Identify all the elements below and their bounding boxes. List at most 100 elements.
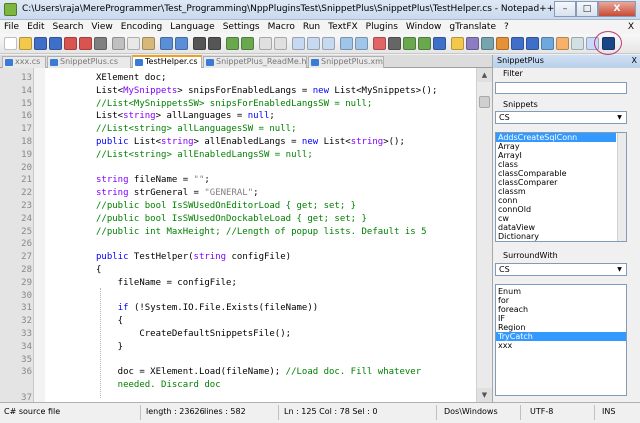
surround-with-list[interactable]: Enum for foreach IF Region TryCatch xxx bbox=[495, 284, 627, 396]
snippet-list-item[interactable]: Array bbox=[496, 142, 616, 151]
scroll-down-arrow-icon[interactable]: ▼ bbox=[477, 388, 492, 402]
cut-icon[interactable] bbox=[112, 37, 125, 50]
close-document-button[interactable]: X bbox=[624, 22, 640, 32]
code-token: List< bbox=[96, 85, 124, 96]
menu-settings[interactable]: Settings bbox=[219, 22, 264, 32]
code-line: //List<string> allEnabledLangsSW = null; bbox=[96, 150, 313, 160]
record-macro-icon[interactable] bbox=[373, 37, 386, 50]
code-token: //List<string> allLanguagesSW = null; bbox=[96, 124, 297, 135]
play-macro-icon[interactable] bbox=[403, 37, 416, 50]
sync-horizontal-icon[interactable] bbox=[274, 37, 287, 50]
plugin-tool-icon[interactable] bbox=[496, 37, 509, 50]
menu-help[interactable]: ? bbox=[500, 22, 513, 32]
snippet-list-item[interactable]: classComparable bbox=[496, 169, 616, 178]
snippets-list[interactable]: AddsCreateSqlConn Array ArrayI class classCo… bbox=[495, 132, 627, 242]
snippet-list-item[interactable]: classComparer bbox=[496, 178, 616, 187]
open-file-icon[interactable] bbox=[19, 37, 32, 50]
plugin-tool-icon[interactable] bbox=[541, 37, 554, 50]
snippet-list-item[interactable]: AddsCreateSqlConn bbox=[496, 133, 616, 142]
menu-view[interactable]: View bbox=[87, 22, 116, 32]
maximize-button[interactable]: □ bbox=[576, 1, 598, 17]
scroll-thumb[interactable] bbox=[479, 96, 490, 108]
menu-file[interactable]: File bbox=[0, 22, 23, 32]
snippet-list-item[interactable]: connOld bbox=[496, 205, 616, 214]
surround-list-item[interactable]: xxx bbox=[496, 341, 626, 350]
sync-vertical-icon[interactable] bbox=[259, 37, 272, 50]
undo-icon[interactable] bbox=[160, 37, 173, 50]
editor-vertical-scrollbar[interactable]: ▲ ▼ bbox=[476, 68, 492, 402]
plugin-tool-icon[interactable] bbox=[571, 37, 584, 50]
plugin-tool-icon[interactable] bbox=[466, 37, 479, 50]
copy-icon[interactable] bbox=[127, 37, 140, 50]
snippets-language-select[interactable]: CS ▼ bbox=[495, 111, 627, 124]
plugin-tool-icon[interactable] bbox=[451, 37, 464, 50]
file-icon bbox=[135, 59, 143, 66]
save-all-icon[interactable] bbox=[49, 37, 62, 50]
new-file-icon[interactable] bbox=[4, 37, 17, 50]
menu-gtranslate[interactable]: gTranslate bbox=[445, 22, 500, 32]
surround-list-item[interactable]: TryCatch bbox=[496, 332, 626, 341]
stop-macro-icon[interactable] bbox=[388, 37, 401, 50]
filter-input[interactable] bbox=[495, 82, 627, 94]
close-window-button[interactable]: X bbox=[598, 1, 636, 17]
tab-testhelper-cs[interactable]: TestHelper.cs bbox=[132, 55, 202, 68]
menu-plugins[interactable]: Plugins bbox=[362, 22, 402, 32]
snippet-list-item[interactable]: ArrayI bbox=[496, 151, 616, 160]
surround-list-item[interactable]: foreach bbox=[496, 305, 626, 314]
play-multiple-macro-icon[interactable] bbox=[418, 37, 431, 50]
minimize-button[interactable]: – bbox=[554, 1, 576, 17]
redo-icon[interactable] bbox=[175, 37, 188, 50]
panel-close-button[interactable]: X bbox=[632, 55, 637, 67]
surround-list-item[interactable]: for bbox=[496, 296, 626, 305]
doc-map-icon[interactable] bbox=[355, 37, 368, 50]
tab-snippetplus-xml[interactable]: SnippetPlus.xml bbox=[308, 56, 384, 68]
menu-edit[interactable]: Edit bbox=[23, 22, 48, 32]
surround-list-item[interactable]: Enum bbox=[496, 287, 626, 296]
replace-icon[interactable] bbox=[208, 37, 221, 50]
paste-icon[interactable] bbox=[142, 37, 155, 50]
snippet-list-item[interactable]: Dictionary bbox=[496, 232, 616, 241]
plugin-tool-icon[interactable] bbox=[556, 37, 569, 50]
line-number: 30 bbox=[21, 290, 32, 301]
save-icon[interactable] bbox=[34, 37, 47, 50]
tab-snippetplus-readme-html[interactable]: SnippetPlus_ReadMe.html bbox=[203, 56, 307, 68]
find-icon[interactable] bbox=[193, 37, 206, 50]
word-wrap-icon[interactable] bbox=[292, 37, 305, 50]
tab-label: SnippetPlus.cs bbox=[60, 57, 118, 66]
plugin-tool-icon[interactable] bbox=[481, 37, 494, 50]
menu-search[interactable]: Search bbox=[49, 22, 88, 32]
print-icon[interactable] bbox=[94, 37, 107, 50]
zoom-in-icon[interactable] bbox=[226, 37, 239, 50]
menu-textfx[interactable]: TextFX bbox=[324, 22, 362, 32]
snippet-list-item[interactable]: classm bbox=[496, 187, 616, 196]
show-all-chars-icon[interactable] bbox=[307, 37, 320, 50]
snippet-list-item[interactable]: conn bbox=[496, 196, 616, 205]
save-macro-icon[interactable] bbox=[433, 37, 446, 50]
menu-window[interactable]: Window bbox=[402, 22, 446, 32]
menu-run[interactable]: Run bbox=[299, 22, 324, 32]
indent-guide-icon[interactable] bbox=[322, 37, 335, 50]
menu-language[interactable]: Language bbox=[166, 22, 218, 32]
close-all-icon[interactable] bbox=[79, 37, 92, 50]
snippet-list-item[interactable]: class bbox=[496, 160, 616, 169]
zoom-out-icon[interactable] bbox=[241, 37, 254, 50]
list-scrollbar[interactable] bbox=[617, 133, 626, 241]
tab-xxx-cs[interactable]: xxx.cs bbox=[2, 56, 46, 68]
tab-snippetplus-cs[interactable]: SnippetPlus.cs bbox=[47, 56, 131, 68]
user-language-icon[interactable] bbox=[340, 37, 353, 50]
code-editor[interactable]: 13 14 15 16 17 18 19 20 21 22 23 24 25 26 27 28 29 30 31 32… bbox=[0, 68, 476, 402]
surround-list-item[interactable]: Region bbox=[496, 323, 626, 332]
arrow-up-icon[interactable] bbox=[511, 37, 524, 50]
status-lines: lines : 582 bbox=[204, 407, 246, 416]
menu-encoding[interactable]: Encoding bbox=[117, 22, 166, 32]
surround-language-select[interactable]: CS ▼ bbox=[495, 263, 627, 276]
scroll-up-arrow-icon[interactable]: ▲ bbox=[477, 68, 492, 82]
close-file-icon[interactable] bbox=[64, 37, 77, 50]
snippet-list-item[interactable]: dataView bbox=[496, 223, 616, 232]
code-token: List<MySnippets>(); bbox=[329, 85, 438, 96]
code-token: CreateDefaultSnippetsFile(); bbox=[96, 329, 292, 339]
arrow-down-icon[interactable] bbox=[526, 37, 539, 50]
snippet-list-item[interactable]: cw bbox=[496, 214, 616, 223]
menu-macro[interactable]: Macro bbox=[264, 22, 299, 32]
surround-list-item[interactable]: IF bbox=[496, 314, 626, 323]
